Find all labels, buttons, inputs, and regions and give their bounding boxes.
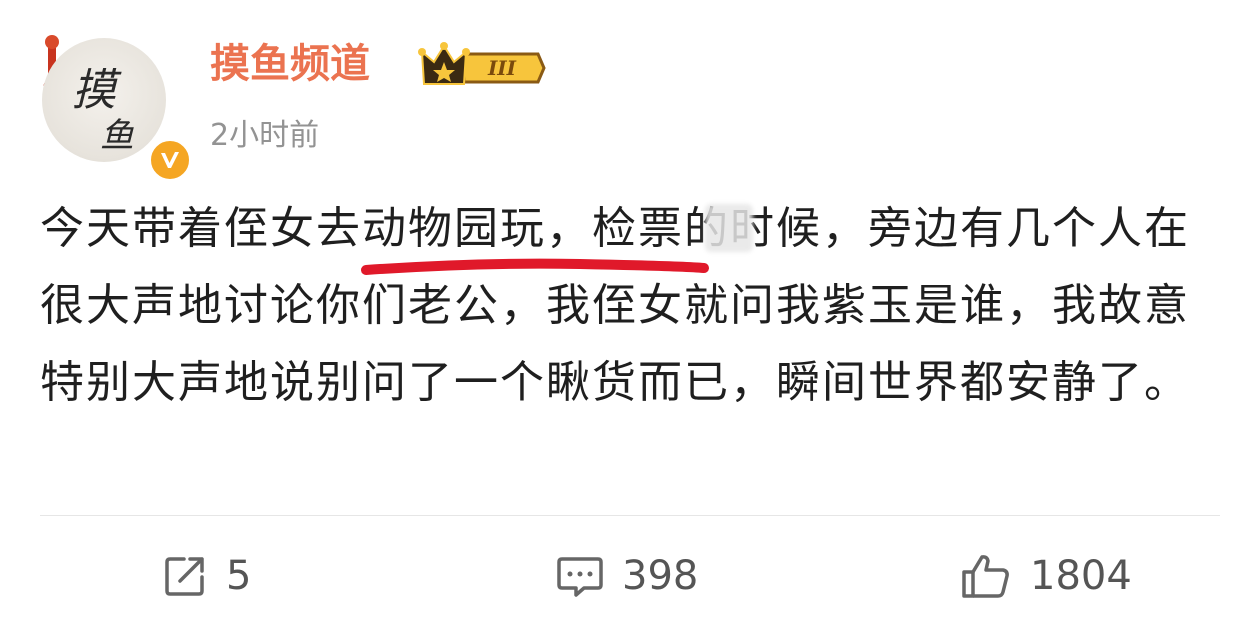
divider bbox=[40, 515, 1220, 516]
post-timestamp: 2小时前 bbox=[210, 118, 320, 153]
repost-button[interactable]: 5 bbox=[162, 548, 251, 604]
mosaic-patch bbox=[705, 204, 753, 252]
vip-level-text: III bbox=[487, 56, 517, 80]
vip-crown-badge[interactable]: III bbox=[418, 40, 546, 92]
like-count: 1804 bbox=[1030, 553, 1132, 599]
author-avatar[interactable]: 摸 鱼 bbox=[28, 20, 192, 182]
verified-v-icon bbox=[148, 138, 192, 182]
author-name[interactable]: 摸鱼频道 bbox=[210, 36, 370, 92]
repost-count: 5 bbox=[226, 553, 252, 599]
share-arrow-icon bbox=[165, 557, 204, 596]
comment-button[interactable]: 398 bbox=[556, 548, 698, 604]
post-content: 今天带着侄女去动物园玩，检票的时候，旁边有几个人在很大声地讨论你们老公，我侄女就… bbox=[40, 203, 1190, 408]
like-button[interactable]: 1804 bbox=[960, 548, 1132, 604]
crown-icon: III bbox=[418, 42, 546, 85]
comment-count: 398 bbox=[622, 553, 699, 599]
thumbs-up-icon bbox=[962, 555, 1009, 598]
comment-bubble-icon bbox=[557, 557, 603, 597]
avatar-calligraphy-2: 鱼 bbox=[100, 116, 134, 156]
avatar-image: 摸 鱼 bbox=[42, 38, 166, 162]
